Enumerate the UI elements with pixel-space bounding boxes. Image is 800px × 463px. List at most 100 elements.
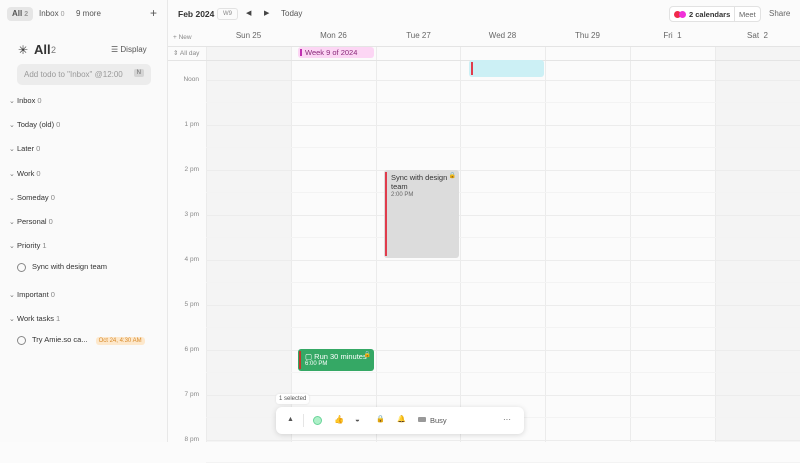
busy-icon bbox=[418, 417, 426, 422]
group-header[interactable]: ⌄ Priority 1 bbox=[9, 240, 47, 252]
day-header[interactable]: Mon 26 bbox=[291, 31, 376, 40]
checkbox-icon[interactable] bbox=[17, 262, 26, 272]
chevron-down-icon: ⌄ bbox=[9, 292, 15, 299]
checkbox-icon[interactable] bbox=[17, 335, 26, 345]
group-header[interactable]: ⌄ Important 0 bbox=[9, 289, 55, 301]
hour-label: 6 pm bbox=[184, 346, 199, 353]
calendars-button[interactable]: 2 calendars bbox=[689, 10, 730, 19]
group-header[interactable]: ⌄ Work tasks 1 bbox=[9, 313, 60, 325]
week-badge: W9 bbox=[217, 8, 238, 20]
group-count: 0 bbox=[50, 193, 55, 202]
group-count: 0 bbox=[36, 144, 41, 153]
group-count: 0 bbox=[50, 290, 55, 299]
event-run[interactable]: 🔒 ▢ Run 30 minutes 6:00 PM bbox=[298, 349, 374, 371]
due-badge: Oct 24, 4:30 AM bbox=[95, 337, 145, 345]
input-placeholder: Add todo to "Inbox" @12:00 bbox=[24, 70, 123, 79]
new-event-button[interactable]: + New bbox=[173, 34, 192, 41]
title-count: 2 bbox=[51, 45, 57, 55]
allday-toggle[interactable]: ⇕ All day bbox=[173, 49, 199, 57]
event-title: Sync with design team bbox=[391, 173, 448, 191]
tab-label: All bbox=[12, 9, 23, 18]
group-count: 0 bbox=[37, 96, 42, 105]
lock-icon: 🔒 bbox=[448, 173, 456, 179]
page-title: All bbox=[34, 42, 51, 57]
month-title: Feb 2024 bbox=[178, 9, 215, 19]
more-button[interactable]: ··· bbox=[503, 415, 511, 424]
event-time: 6:00 PM bbox=[305, 361, 328, 367]
chevron-down-icon: ⌄ bbox=[9, 316, 15, 323]
group-label: Personal bbox=[17, 217, 47, 226]
group-header[interactable]: ⌄ Personal 0 bbox=[9, 216, 53, 228]
group-header[interactable]: ⌄ Today (old) 0 bbox=[9, 119, 60, 131]
add-todo-input[interactable]: Add todo to "Inbox" @12:00 N bbox=[17, 64, 151, 85]
next-week-button[interactable]: ▶ bbox=[264, 9, 269, 17]
inbox-icon[interactable]: ◒ bbox=[355, 415, 360, 424]
collapse-icon[interactable]: ▲ bbox=[287, 416, 294, 423]
tab-inbox[interactable]: Inbox 0 bbox=[34, 7, 69, 21]
selected-slot-event[interactable] bbox=[469, 60, 544, 77]
group-header[interactable]: ⌄ Someday 0 bbox=[9, 192, 55, 204]
display-button[interactable]: ☰ Display bbox=[111, 45, 147, 54]
hour-label: 7 pm bbox=[184, 391, 199, 398]
chevron-down-icon: ⌄ bbox=[9, 122, 15, 129]
tab-count: 2 bbox=[24, 11, 29, 18]
hour-label: 1 pm bbox=[184, 121, 199, 128]
selection-count: 1 selected bbox=[276, 394, 310, 404]
calendar-controls: 2 calendars Meet bbox=[669, 6, 761, 22]
chevron-down-icon: ⌄ bbox=[9, 98, 15, 105]
group-label: Work tasks bbox=[17, 314, 54, 323]
group-count: 0 bbox=[56, 120, 61, 129]
lock-icon[interactable]: 🔒 bbox=[376, 415, 385, 423]
hour-label: 4 pm bbox=[184, 256, 199, 263]
day-header[interactable]: Sun 25 bbox=[206, 31, 291, 40]
tab-count: 0 bbox=[60, 11, 65, 18]
group-count: 0 bbox=[36, 169, 41, 178]
group-header[interactable]: ⌄ Later 0 bbox=[9, 143, 40, 155]
bell-icon[interactable]: 🔔 bbox=[397, 415, 406, 423]
day-header[interactable]: Thu 29 bbox=[545, 31, 630, 40]
selection-toolbar: ▲ 👍 ◒ 🔒 🔔 Busy ··· bbox=[276, 407, 524, 434]
group-label: Important bbox=[17, 290, 49, 299]
todo-item[interactable]: Sync with design team bbox=[17, 260, 107, 274]
sliders-icon: ☰ bbox=[111, 45, 121, 54]
checkbox-icon[interactable]: ▢ bbox=[305, 352, 314, 361]
event-sync-design[interactable]: 🔒 Sync with design team 2:00 PM bbox=[384, 170, 459, 258]
new-label: New bbox=[178, 34, 192, 41]
todo-item[interactable]: Try Amie.so ca... Oct 24, 4:30 AM bbox=[17, 333, 145, 347]
day-header[interactable]: Sat 2 bbox=[715, 31, 800, 40]
group-header[interactable]: ⌄ Work 0 bbox=[9, 168, 41, 180]
todo-label: Try Amie.so ca... bbox=[32, 335, 88, 344]
prev-week-button[interactable]: ◀ bbox=[246, 9, 251, 17]
chevron-down-icon: ⌄ bbox=[9, 219, 15, 226]
calendar-dot-icon bbox=[679, 11, 686, 18]
thumbs-up-icon[interactable]: 👍 bbox=[334, 415, 344, 424]
day-header[interactable]: Tue 27 bbox=[376, 31, 461, 40]
event-time: 2:00 PM bbox=[391, 192, 414, 198]
group-label: Priority bbox=[17, 241, 41, 250]
status-circle-icon[interactable] bbox=[313, 416, 322, 425]
hour-label: 5 pm bbox=[184, 301, 199, 308]
hour-label: 2 pm bbox=[184, 166, 199, 173]
day-header[interactable]: Fri 1 bbox=[630, 31, 715, 40]
tab-label: Inbox bbox=[39, 9, 59, 18]
busy-button[interactable]: Busy bbox=[430, 416, 447, 425]
meet-button[interactable]: Meet bbox=[739, 10, 756, 19]
event-title: Run 30 minutes bbox=[314, 352, 367, 361]
allday-event[interactable]: Week 9 of 2024 bbox=[298, 47, 374, 58]
group-label: Today (old) bbox=[17, 120, 55, 129]
group-label: Inbox bbox=[17, 96, 36, 105]
tab-all[interactable]: All 2 bbox=[7, 7, 34, 21]
day-header[interactable]: Wed 28 bbox=[460, 31, 545, 40]
hour-label: Noon bbox=[183, 76, 199, 83]
todo-label: Sync with design team bbox=[32, 262, 108, 271]
group-label: Later bbox=[17, 144, 35, 153]
share-button[interactable]: Share bbox=[769, 9, 790, 18]
asterisk-icon: ✳ bbox=[18, 43, 29, 57]
event-title: Week 9 of 2024 bbox=[305, 48, 358, 57]
today-button[interactable]: Today bbox=[281, 9, 302, 18]
group-header[interactable]: ⌄ Inbox 0 bbox=[9, 95, 42, 107]
hour-label: 3 pm bbox=[184, 211, 199, 218]
tab-more[interactable]: 9 more bbox=[71, 7, 106, 21]
add-list-button[interactable]: + bbox=[150, 6, 157, 20]
chevron-down-icon: ⌄ bbox=[9, 146, 15, 153]
